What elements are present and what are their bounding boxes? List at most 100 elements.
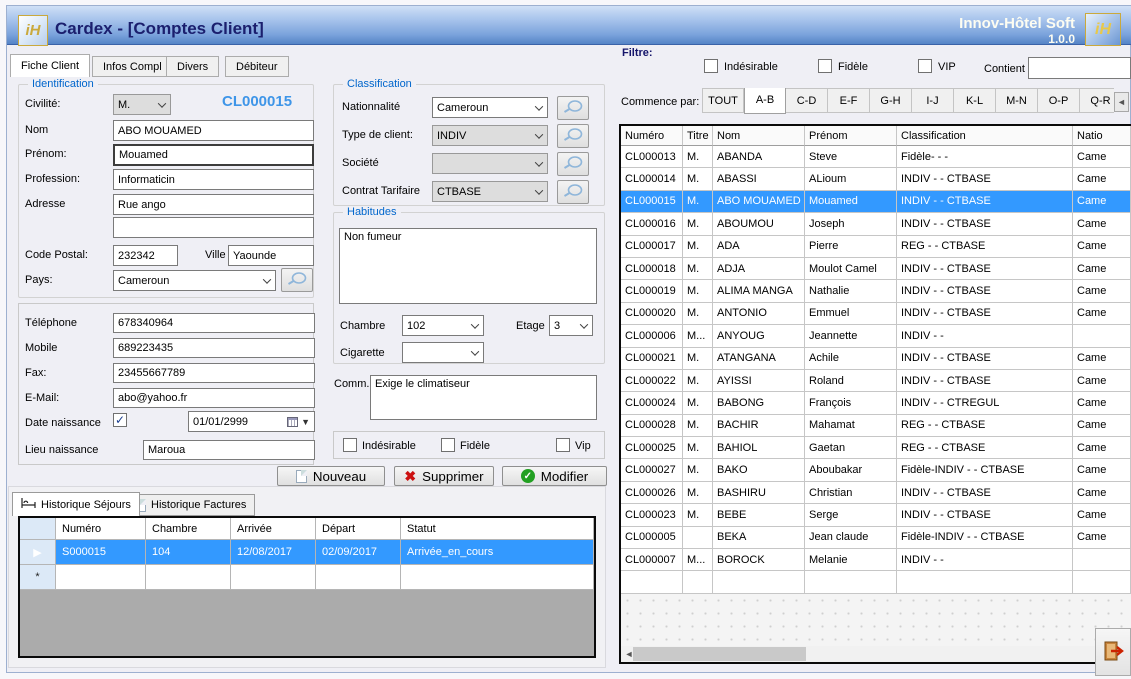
- code-postal-field[interactable]: 232342: [113, 245, 178, 266]
- mobile-field[interactable]: 689223435: [113, 338, 315, 358]
- chevron-down-icon[interactable]: ▼: [301, 417, 310, 427]
- alpha-tab-tout[interactable]: TOUT: [702, 88, 744, 113]
- civilite-select[interactable]: M.: [113, 94, 171, 115]
- email-field[interactable]: abo@yahoo.fr: [113, 388, 315, 408]
- alpha-tab-k-l[interactable]: K-L: [954, 88, 996, 113]
- scrollbar-thumb[interactable]: [633, 647, 806, 661]
- table-row[interactable]: CL000020M.ANTONIOEmmuelINDIV - - CTBASEC…: [621, 303, 1131, 325]
- type-client-search-button[interactable]: [557, 124, 589, 148]
- column-header[interactable]: Chambre: [146, 518, 231, 540]
- chevron-down-icon[interactable]: [466, 343, 483, 362]
- date-naissance-checkbox[interactable]: ✓: [113, 413, 127, 427]
- table-row[interactable]: CL000007M...BOROCKMelanieINDIV - -: [621, 549, 1131, 571]
- comm-field[interactable]: Exige le climatiseur: [370, 375, 597, 420]
- supprimer-button[interactable]: ✖ Supprimer: [394, 466, 494, 486]
- column-header[interactable]: Nom: [713, 126, 805, 146]
- nouveau-button[interactable]: Nouveau: [277, 466, 385, 486]
- modifier-button[interactable]: ✓ Modifier: [502, 466, 607, 486]
- type-client-select[interactable]: INDIV: [432, 125, 548, 146]
- nom-field[interactable]: ABO MOUAMED: [113, 120, 314, 141]
- column-header[interactable]: Statut: [401, 518, 594, 540]
- date-naissance-field[interactable]: 01/01/2999 ▼: [188, 411, 315, 432]
- exit-button[interactable]: [1095, 628, 1131, 676]
- column-header[interactable]: Numéro: [621, 126, 683, 146]
- adresse-field[interactable]: Rue ango: [113, 194, 314, 215]
- column-header[interactable]: Arrivée: [231, 518, 316, 540]
- tab-historique-sejours[interactable]: Historique Séjours: [12, 492, 140, 516]
- tab-debiteur[interactable]: Débiteur: [225, 56, 289, 77]
- table-row[interactable]: CL000019M.ALIMA MANGANathalieINDIV - - C…: [621, 280, 1131, 302]
- alpha-scroll-left-button[interactable]: ◄: [1114, 92, 1129, 112]
- filter-fidele-checkbox[interactable]: [818, 59, 832, 73]
- table-row[interactable]: CL000022M.AYISSIRolandINDIV - - CTBASECa…: [621, 370, 1131, 392]
- alpha-tab-o-p[interactable]: O-P: [1038, 88, 1080, 113]
- prenom-field[interactable]: Mouamed: [113, 144, 314, 166]
- table-row[interactable]: CL000021M.ATANGANAAchileINDIV - - CTBASE…: [621, 348, 1131, 370]
- societe-search-button[interactable]: [557, 152, 589, 176]
- tab-historique-factures[interactable]: Historique Factures: [126, 494, 255, 516]
- table-row[interactable]: ▶ S000015 104 12/08/2017 02/09/2017 Arri…: [20, 540, 594, 565]
- table-row[interactable]: CL000017M.ADAPierreREG - - CTBASECame: [621, 236, 1131, 258]
- etage-select[interactable]: 3: [549, 315, 593, 336]
- indesirable-checkbox[interactable]: [343, 438, 357, 452]
- chevron-down-icon[interactable]: [466, 316, 483, 335]
- alpha-tab-q-r[interactable]: Q-R: [1080, 88, 1114, 113]
- filter-vip-checkbox[interactable]: [918, 59, 932, 73]
- chevron-down-icon[interactable]: [530, 182, 547, 201]
- column-header[interactable]: Natio: [1073, 126, 1131, 146]
- table-row-new[interactable]: *: [20, 565, 594, 590]
- tab-infos-compl[interactable]: Infos Compl: [92, 56, 173, 77]
- table-row[interactable]: CL000014M.ABASSIALioumINDIV - - CTBASECa…: [621, 168, 1131, 190]
- lieu-naissance-field[interactable]: Maroua: [143, 440, 315, 460]
- profession-field[interactable]: Informaticin: [113, 169, 314, 190]
- chevron-down-icon[interactable]: [153, 95, 170, 114]
- alpha-tab-e-f[interactable]: E-F: [828, 88, 870, 113]
- habitudes-notes[interactable]: Non fumeur: [339, 228, 597, 304]
- ville-field[interactable]: Yaounde: [228, 245, 314, 266]
- chevron-down-icon[interactable]: [530, 126, 547, 145]
- table-row[interactable]: CL000023M.BEBESergeINDIV - - CTBASECame: [621, 504, 1131, 526]
- column-header[interactable]: Classification: [897, 126, 1073, 146]
- chambre-select[interactable]: 102: [402, 315, 484, 336]
- cigarette-select[interactable]: [402, 342, 484, 363]
- column-header[interactable]: Prénom: [805, 126, 897, 146]
- pays-select[interactable]: Cameroun: [113, 270, 276, 291]
- table-row[interactable]: CL000005BEKAJean claudeFidèle-INDIV - - …: [621, 527, 1131, 549]
- table-row[interactable]: CL000006M...ANYOUGJeannetteINDIV - -: [621, 325, 1131, 347]
- tab-fiche-client[interactable]: Fiche Client: [10, 54, 90, 77]
- table-row[interactable]: CL000013M.ABANDASteveFidèle- - -Came: [621, 146, 1131, 168]
- column-header[interactable]: Départ: [316, 518, 401, 540]
- table-row[interactable]: [621, 571, 1131, 593]
- table-row[interactable]: CL000026M.BASHIRUChristianINDIV - - CTBA…: [621, 482, 1131, 504]
- alpha-tab-m-n[interactable]: M-N: [996, 88, 1038, 113]
- fax-field[interactable]: 23455667789: [113, 363, 315, 383]
- column-header[interactable]: Numéro: [56, 518, 146, 540]
- filter-indesirable-checkbox[interactable]: [704, 59, 718, 73]
- contient-input[interactable]: [1028, 57, 1131, 79]
- horizontal-scrollbar[interactable]: ◄: [621, 646, 1131, 662]
- contrat-select[interactable]: CTBASE: [432, 181, 548, 202]
- alpha-tab-i-j[interactable]: I-J: [912, 88, 954, 113]
- chevron-down-icon[interactable]: [258, 271, 275, 290]
- table-row[interactable]: CL000028M.BACHIRMahamatREG - - CTBASECam…: [621, 415, 1131, 437]
- pays-search-button[interactable]: [281, 268, 313, 292]
- alpha-tab-g-h[interactable]: G-H: [870, 88, 912, 113]
- table-row[interactable]: CL000024M.BABONGFrançoisINDIV - - CTREGU…: [621, 392, 1131, 414]
- societe-select[interactable]: [432, 153, 548, 174]
- chevron-down-icon[interactable]: [530, 98, 547, 117]
- telephone-field[interactable]: 678340964: [113, 313, 315, 333]
- table-row[interactable]: CL000015M.ABO MOUAMEDMouamedINDIV - - CT…: [621, 191, 1131, 213]
- tab-divers[interactable]: Divers: [166, 56, 219, 77]
- alpha-tab-a-b[interactable]: A-B: [744, 88, 786, 114]
- table-row[interactable]: CL000025M.BAHIOLGaetanREG - - CTBASECame: [621, 437, 1131, 459]
- chevron-down-icon[interactable]: [575, 316, 592, 335]
- vip-checkbox[interactable]: [556, 438, 570, 452]
- nationalite-select[interactable]: Cameroun: [432, 97, 548, 118]
- calendar-icon[interactable]: [287, 417, 298, 427]
- adresse-field-line2[interactable]: [113, 217, 314, 238]
- table-row[interactable]: CL000027M.BAKOAboubakarFidèle-INDIV - - …: [621, 459, 1131, 481]
- row-selector[interactable]: ▶: [20, 540, 56, 565]
- column-header[interactable]: Titre: [683, 126, 713, 146]
- fidele-checkbox[interactable]: [441, 438, 455, 452]
- chevron-down-icon[interactable]: [530, 154, 547, 173]
